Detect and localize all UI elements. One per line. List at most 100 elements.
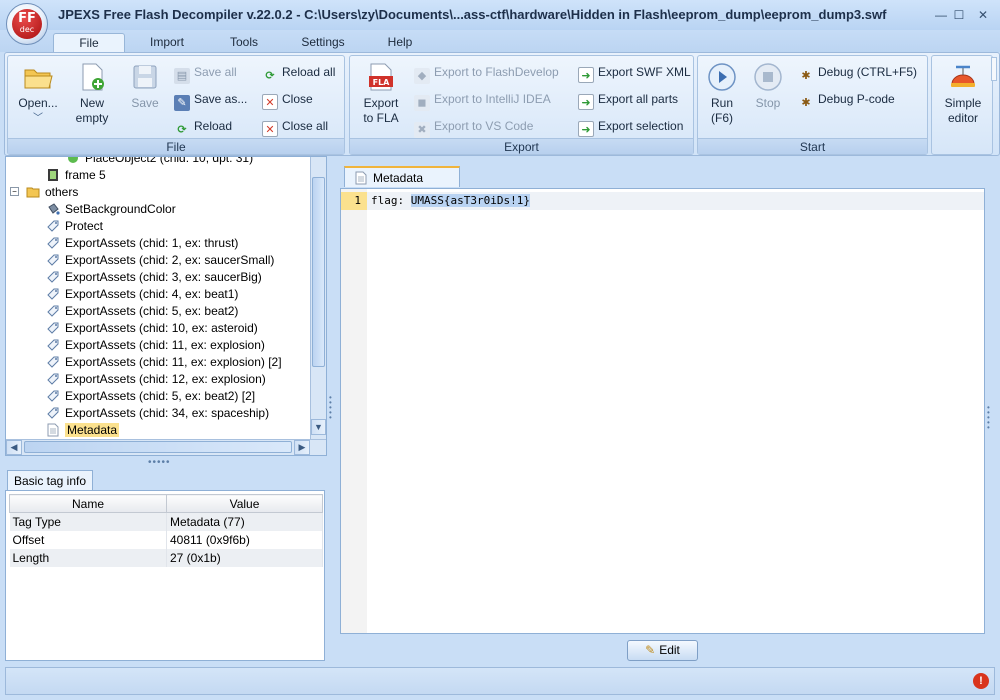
run-label-2: (F6) (711, 111, 733, 125)
export-swf-xml-button[interactable]: ➜ Export SWF XML (578, 62, 691, 83)
document-icon (355, 171, 367, 185)
tree-item[interactable]: PlaceObject2 (chid: 10, dpt: 31) (66, 157, 253, 167)
fla-file-icon: FLA (369, 63, 393, 91)
basic-tag-info-tab[interactable]: Basic tag info (7, 470, 93, 491)
scroll-right-icon[interactable]: ▶ (294, 440, 310, 455)
tree-item[interactable]: ExportAssets (chid: 5, ex: beat2) (46, 303, 238, 320)
simple-editor-label-2: editor (947, 111, 979, 125)
tree-item[interactable]: ExportAssets (chid: 11, ex: explosion) [… (46, 354, 282, 371)
maximize-button[interactable]: ☐ (951, 8, 967, 22)
tag-icon (46, 219, 65, 233)
cell-value: 40811 (0x9f6b) (166, 530, 323, 549)
scroll-down-icon[interactable]: ▼ (311, 419, 326, 435)
metadata-editor-tab[interactable]: Metadata (344, 166, 460, 187)
table-row[interactable]: Offset 40811 (0x9f6b) (9, 530, 323, 549)
export-fla-button[interactable]: FLA Export to FLA (356, 62, 406, 126)
tree-item[interactable]: ExportAssets (chid: 3, ex: saucerBig) (46, 269, 262, 286)
value-column-header[interactable]: Value (166, 494, 323, 513)
close-button[interactable]: ✕ (975, 8, 991, 22)
table-row[interactable]: Length 27 (0x1b) (9, 548, 323, 567)
tree-item[interactable]: Metadata (46, 422, 120, 439)
run-button[interactable]: Run (F6) (702, 62, 742, 126)
horizontal-splitter-grip[interactable]: ••••• (148, 457, 171, 468)
tree-item[interactable]: Protect (46, 218, 103, 235)
reload-all-button[interactable]: ⟳ Reload all (262, 62, 335, 82)
tab-file[interactable]: File (53, 33, 125, 52)
export-vscode-button[interactable]: ✖ Export to VS Code (414, 116, 533, 138)
tree-horizontal-scrollbar[interactable]: ◀ ▶ (6, 439, 326, 455)
export-all-parts-button[interactable]: ➜ Export all parts (578, 89, 678, 110)
reload-button[interactable]: ⟳ Reload (174, 116, 232, 136)
save-as-button[interactable]: ✎ Save as... (174, 89, 247, 111)
edit-button-label: Edit (659, 643, 680, 657)
metadata-code-editor[interactable]: 1 flag: UMASS{asT3r0iDs!1} (340, 188, 985, 634)
tree-item[interactable]: ExportAssets (chid: 12, ex: explosion) (46, 371, 266, 388)
tree-item[interactable]: ExportAssets (chid: 10, ex: asteroid) (46, 320, 258, 337)
close-file-icon: ✕ (262, 94, 278, 110)
debug-pcode-button[interactable]: ✱ Debug P-code (798, 89, 895, 109)
code-line[interactable]: flag: UMASS{asT3r0iDs!1} (371, 192, 530, 210)
code-prefix: flag: (371, 194, 411, 207)
save-all-icon: ▤ (174, 68, 190, 84)
tree-item[interactable]: ExportAssets (chid: 5, ex: beat2) [2] (46, 388, 255, 405)
new-label-1: New (79, 96, 104, 110)
tree-item-label: ExportAssets (chid: 11, ex: explosion) (65, 338, 265, 352)
tab-tools[interactable]: Tools (216, 33, 272, 52)
right-splitter-grip[interactable]: • • • • • (987, 404, 993, 432)
tree-item-label: ExportAssets (chid: 4, ex: beat1) (65, 287, 239, 301)
reload-label: Reload (194, 119, 233, 133)
svg-text:FLA: FLA (373, 78, 391, 87)
tab-help[interactable]: Help (376, 33, 424, 52)
ribbon-scroll-handle[interactable] (991, 57, 997, 81)
stop-button[interactable]: Stop (748, 62, 788, 111)
selected-flag-text[interactable]: UMASS{asT3r0iDs!1} (410, 194, 530, 207)
save-button[interactable]: Save (120, 62, 170, 111)
tree-scroll-thumb[interactable] (312, 177, 325, 367)
place-object-icon (66, 157, 85, 165)
tag-icon (46, 236, 65, 250)
save-all-button[interactable]: ▤ Save all (174, 62, 237, 84)
new-empty-button[interactable]: New empty (66, 62, 118, 126)
tree-vertical-scrollbar[interactable]: ▼ (310, 157, 326, 439)
export-flashdevelop-button[interactable]: ◆ Export to FlashDevelop (414, 62, 559, 84)
tree-item-label: ExportAssets (chid: 5, ex: beat2) [2] (65, 389, 256, 403)
cell-name: Offset (9, 530, 167, 549)
basic-tag-info-panel: Name Value Tag Type Metadata (77) Offset… (5, 490, 325, 661)
chevron-down-icon[interactable]: ﹀ (12, 111, 64, 126)
close-all-button[interactable]: ✕ Close all (262, 116, 328, 137)
tab-settings[interactable]: Settings (292, 33, 354, 52)
app-logo[interactable]: FF dec (6, 3, 48, 45)
export-intellij-button[interactable]: ◼ Export to IntelliJ IDEA (414, 89, 551, 111)
tree-hscroll-thumb[interactable] (24, 441, 292, 453)
minimize-button[interactable]: — (933, 8, 949, 22)
simple-editor-button[interactable]: Simple editor (934, 62, 992, 126)
collapse-toggle-icon[interactable]: − (10, 187, 19, 196)
table-row[interactable]: Tag Type Metadata (77) (9, 512, 323, 531)
tree-item-label: ExportAssets (chid: 12, ex: explosion) (65, 372, 266, 386)
tree-item[interactable]: ExportAssets (chid: 2, ex: saucerSmall) (46, 252, 274, 269)
tag-icon (46, 355, 65, 369)
tree-rows: PlaceObject2 (chid: 10, dpt: 31) frame 5 −… (6, 157, 310, 439)
tree-item[interactable]: ExportAssets (chid: 1, ex: thrust) (46, 235, 238, 252)
tree-item[interactable]: ExportAssets (chid: 4, ex: beat1) (46, 286, 238, 303)
tree-item-label: Protect (65, 219, 104, 233)
error-notification-icon[interactable]: ! (973, 673, 989, 689)
tree-item[interactable]: ExportAssets (chid: 11, ex: explosion) (46, 337, 265, 354)
tree-item[interactable]: − others (10, 184, 78, 201)
tree-item[interactable]: SetBackgroundColor (46, 201, 176, 218)
edit-button[interactable]: ✎ Edit (627, 640, 698, 661)
export-selection-button[interactable]: ➜ Export selection (578, 116, 683, 137)
tree-item[interactable]: ExportAssets (chid: 34, ex: spaceship) (46, 405, 269, 422)
scroll-left-icon[interactable]: ◀ (6, 440, 22, 455)
tab-import[interactable]: Import (138, 33, 196, 52)
debug-pcode-label: Debug P-code (818, 92, 895, 106)
tree-item-label: ExportAssets (chid: 3, ex: saucerBig) (65, 270, 262, 284)
close-file-button[interactable]: ✕ Close (262, 89, 313, 110)
name-column-header[interactable]: Name (9, 494, 167, 513)
vertical-splitter-grip[interactable]: • • • • • (329, 394, 335, 422)
debug-button[interactable]: ✱ Debug (CTRL+F5) (798, 62, 917, 82)
window-title: JPEXS Free Flash Decompiler v.22.0.2 - C… (58, 7, 887, 22)
tag-icon (46, 287, 65, 301)
open-button[interactable]: Open... ﹀ (12, 62, 64, 126)
tree-item[interactable]: frame 5 (46, 167, 106, 184)
